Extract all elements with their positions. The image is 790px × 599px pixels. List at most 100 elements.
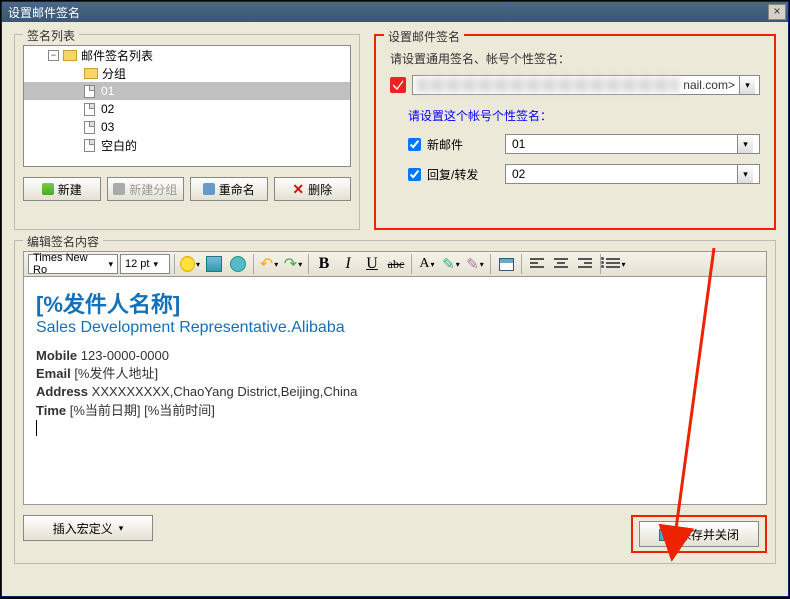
reply-forward-checkbox[interactable] (408, 168, 421, 181)
chevron-down-icon[interactable]: ▾ (737, 165, 753, 183)
window-title: 设置邮件签名 (8, 4, 768, 21)
chevron-down-icon[interactable]: ▾ (737, 135, 753, 153)
panel-title: 签名列表 (23, 27, 79, 44)
bold-button[interactable]: B (313, 253, 335, 275)
mobile-line: Mobile 123-0000-0000 (36, 347, 754, 365)
new-mail-select[interactable]: 01 ▾ (505, 134, 760, 154)
font-family-select[interactable]: Times New Ro▾ (28, 254, 118, 274)
sender-role: Sales Development Representative.Alibaba (36, 319, 754, 337)
list-button[interactable]: ▾ (605, 253, 627, 275)
font-color-button[interactable]: A▾ (416, 253, 438, 275)
insert-macro-button[interactable]: 插入宏定义▾ (23, 515, 153, 541)
bg-color-button[interactable]: ✎▾ (464, 253, 486, 275)
tree-item[interactable]: 03 (24, 118, 350, 136)
new-mail-checkbox[interactable] (408, 138, 421, 151)
align-right-button[interactable] (574, 253, 596, 275)
align-center-button[interactable] (550, 253, 572, 275)
tree-group[interactable]: 分组 (24, 64, 350, 82)
config-prompt: 请设置通用签名、帐号个性签名： (390, 50, 760, 67)
tree-label: 邮件签名列表 (81, 47, 153, 64)
dialog-window: 设置邮件签名 × 签名列表 − 邮件签名列表 分组 (1, 1, 789, 597)
align-center-icon (554, 258, 568, 270)
tree-item[interactable]: 空白的 (24, 136, 350, 154)
signature-config-panel: 设置邮件签名 请设置通用签名、帐号个性签名： nail.com> ▾ 请设置这个… (374, 34, 776, 230)
titlebar: 设置邮件签名 × (2, 2, 788, 22)
sender-name-placeholder: [%发件人名称] (36, 287, 754, 319)
redo-button[interactable]: ↷▾ (282, 253, 304, 275)
tree-label: 空白的 (101, 137, 137, 154)
account-icon (390, 77, 406, 93)
document-icon (84, 139, 95, 152)
new-button[interactable]: 新建 (23, 177, 101, 201)
separator (174, 254, 175, 274)
tree-item[interactable]: 02 (24, 100, 350, 118)
image-icon (206, 256, 222, 272)
smile-icon (180, 256, 195, 272)
separator (490, 254, 491, 274)
chevron-down-icon: ▾ (153, 259, 158, 270)
rename-icon (203, 183, 215, 195)
signature-editor-panel: 编辑签名内容 Times New Ro▾ 12 pt▾ ▾ ↶▾ ↷▾ B I … (14, 240, 776, 564)
undo-button[interactable]: ↶▾ (258, 253, 280, 275)
panel-title: 编辑签名内容 (23, 233, 103, 250)
account-redacted (417, 78, 679, 92)
italic-button[interactable]: I (337, 253, 359, 275)
globe-icon (230, 256, 246, 272)
save-highlight: 保存并关闭 (631, 515, 767, 553)
document-icon (84, 85, 95, 98)
editor-toolbar: Times New Ro▾ 12 pt▾ ▾ ↶▾ ↷▾ B I U abc A… (23, 251, 767, 277)
align-right-icon (578, 258, 592, 270)
email-line: Email [%发件人地址] (36, 365, 754, 383)
collapse-icon[interactable]: − (48, 50, 59, 61)
document-icon (84, 121, 95, 134)
document-icon (84, 103, 95, 116)
paint-icon: ✎ (466, 255, 479, 273)
account-suffix: nail.com> (679, 78, 739, 92)
align-left-button[interactable] (526, 253, 548, 275)
signature-editor[interactable]: [%发件人名称] Sales Development Representativ… (23, 277, 767, 505)
new-icon (42, 183, 54, 195)
rename-button[interactable]: 重命名 (190, 177, 268, 201)
delete-button[interactable]: ✕删除 (274, 177, 352, 201)
save-and-close-button[interactable]: 保存并关闭 (639, 521, 759, 547)
tree-label: 02 (101, 102, 114, 116)
emoji-button[interactable]: ▾ (179, 253, 201, 275)
font-size-select[interactable]: 12 pt▾ (120, 254, 170, 274)
highlight-button[interactable]: ✎▾ (440, 253, 462, 275)
address-line: Address XXXXXXXXX,ChaoYang District,Beij… (36, 383, 754, 401)
time-line: Time [%当前日期] [%当前时间] (36, 402, 754, 420)
align-left-icon (530, 258, 544, 270)
tree-label: 03 (101, 120, 114, 134)
separator (253, 254, 254, 274)
underline-button[interactable]: U (361, 253, 383, 275)
folder-icon (84, 68, 98, 79)
tree-item[interactable]: 01 (24, 82, 350, 100)
insert-image-button[interactable] (203, 253, 225, 275)
redo-icon: ↷ (284, 254, 297, 274)
separator (308, 254, 309, 274)
list-icon (606, 258, 620, 270)
chevron-down-icon: ▾ (108, 259, 113, 270)
reply-forward-select[interactable]: 02 ▾ (505, 164, 760, 184)
sub-prompt: 请设置这个帐号个性签名： (408, 107, 760, 124)
tree-label: 01 (101, 84, 114, 98)
folder-icon (63, 50, 77, 61)
strike-button[interactable]: abc (385, 253, 407, 275)
tree-root[interactable]: − 邮件签名列表 (24, 46, 350, 64)
signature-tree[interactable]: − 邮件签名列表 分组 01 02 (23, 45, 351, 167)
signature-list-panel: 签名列表 − 邮件签名列表 分组 01 (14, 34, 360, 230)
close-icon[interactable]: × (768, 4, 786, 20)
account-select[interactable]: nail.com> ▾ (412, 75, 760, 95)
new-group-icon (113, 183, 125, 195)
separator (411, 254, 412, 274)
chevron-down-icon[interactable]: ▾ (739, 76, 755, 94)
insert-link-button[interactable] (227, 253, 249, 275)
new-group-button[interactable]: 新建分组 (107, 177, 185, 201)
text-cursor (36, 420, 37, 436)
pencil-icon: ✎ (442, 255, 455, 273)
save-icon (659, 527, 673, 541)
undo-icon: ↶ (260, 254, 273, 274)
separator (521, 254, 522, 274)
delete-icon: ✕ (292, 184, 304, 194)
insert-table-button[interactable] (495, 253, 517, 275)
